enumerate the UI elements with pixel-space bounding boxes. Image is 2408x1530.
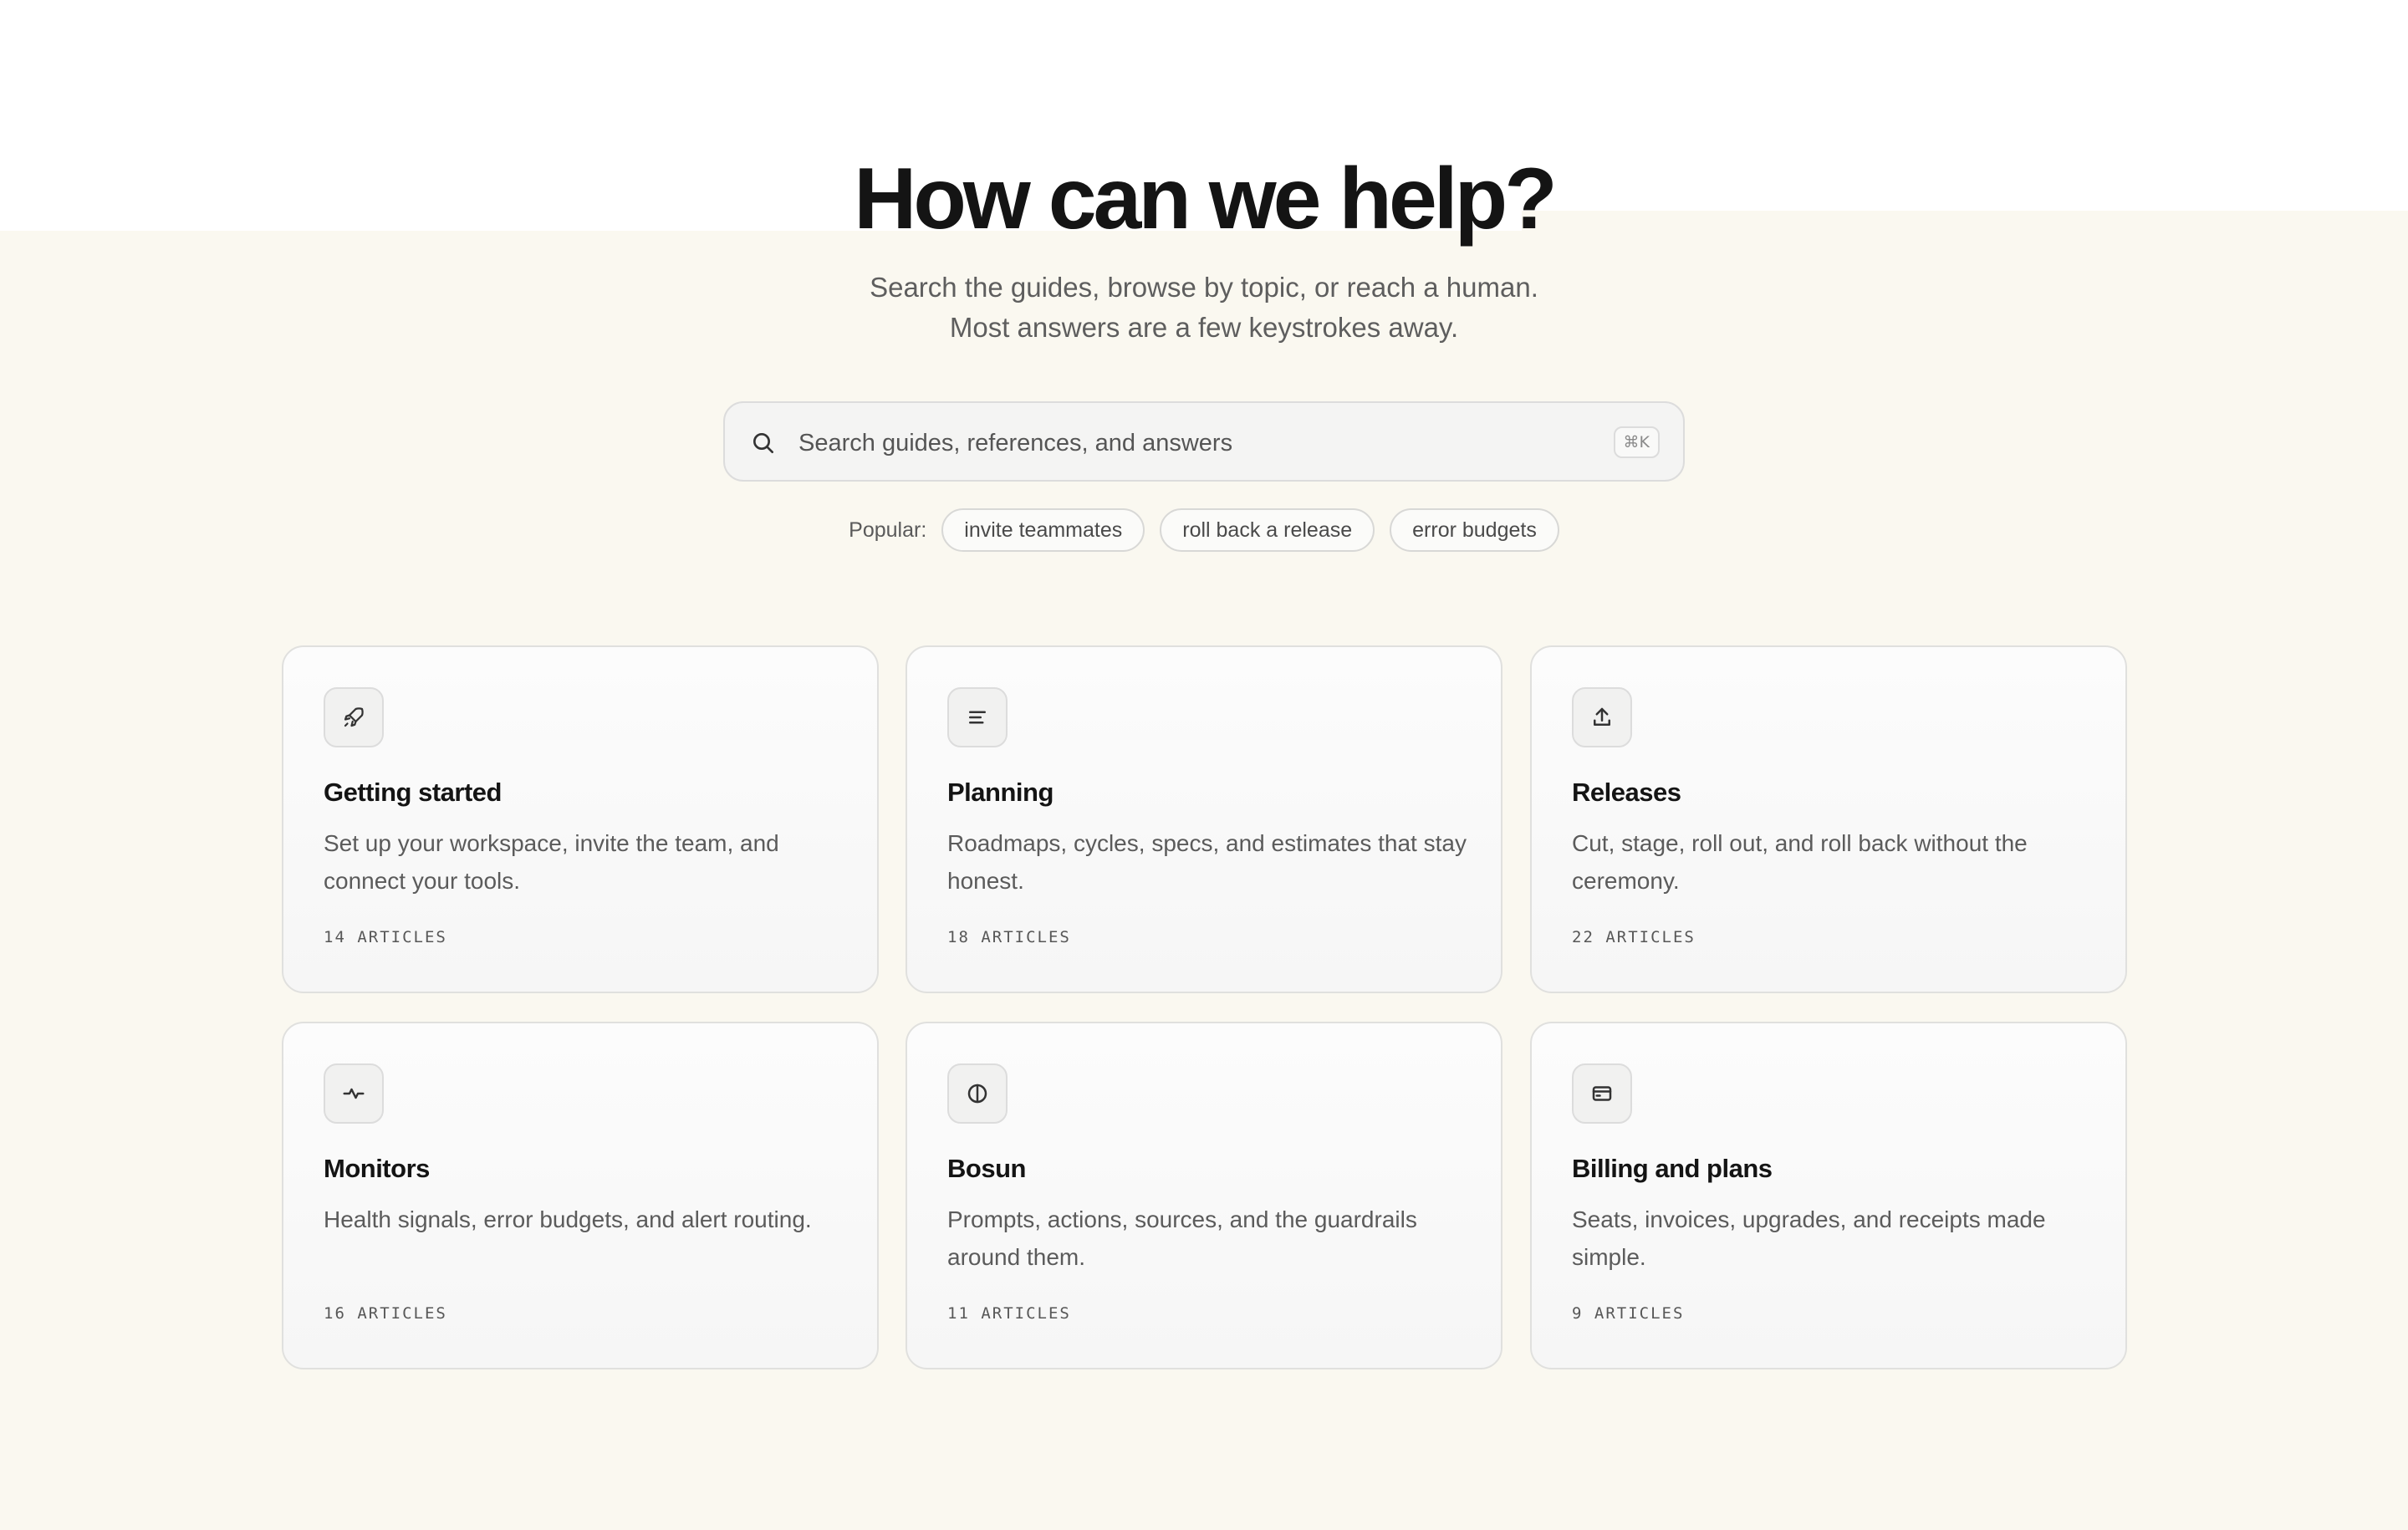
card-icon-box — [324, 1063, 384, 1124]
pulse-icon — [343, 1088, 365, 1099]
card-title: Releases — [1572, 778, 1681, 807]
card-article-count: 9 ARTICLES — [1572, 1304, 1685, 1323]
card-article-count: 22 ARTICLES — [1572, 928, 1696, 946]
popular-chip-error-budgets[interactable]: error budgets — [1390, 508, 1559, 552]
card-description: Health signals, error budgets, and alert… — [324, 1206, 812, 1232]
topic-card-planning[interactable]: Planning Roadmaps, cycles, specs, and es… — [906, 645, 1502, 993]
card-article-count: 14 ARTICLES — [324, 928, 447, 946]
credit-card-icon — [1592, 1086, 1612, 1101]
card-title: Bosun — [947, 1154, 1026, 1183]
topic-card-bosun[interactable]: Bosun Prompts, actions, sources, and the… — [906, 1022, 1502, 1369]
topic-card-billing[interactable]: Billing and plans Seats, invoices, upgra… — [1530, 1022, 2127, 1369]
text-lines-icon — [969, 711, 986, 724]
card-icon-box — [324, 687, 384, 747]
card-description: Prompts, actions, sources, and the guard… — [947, 1206, 1417, 1270]
card-title: Planning — [947, 778, 1054, 807]
search-box[interactable]: ⌘K — [723, 401, 1685, 482]
card-description: Set up your workspace, invite the team, … — [324, 830, 779, 894]
card-article-count: 11 ARTICLES — [947, 1304, 1071, 1323]
topic-card-monitors[interactable]: Monitors Health signals, error budgets, … — [282, 1022, 879, 1369]
rocket-icon — [344, 707, 364, 727]
page-subtitle: Search the guides, browse by topic, or r… — [870, 272, 1538, 343]
card-icon-box — [947, 687, 1008, 747]
card-icon-box — [1572, 687, 1632, 747]
popular-label: Popular: — [849, 518, 927, 542]
popular-chip-invite-teammates[interactable]: invite teammates — [941, 508, 1145, 552]
keyboard-shortcut-badge: ⌘K — [1613, 426, 1660, 458]
card-title: Monitors — [324, 1154, 430, 1183]
card-article-count: 18 ARTICLES — [947, 928, 1071, 946]
card-title: Getting started — [324, 778, 502, 807]
topic-card-getting-started[interactable]: Getting started Set up your workspace, i… — [282, 645, 879, 993]
topic-card-releases[interactable]: Releases Cut, stage, roll out, and roll … — [1530, 645, 2127, 993]
card-icon-box — [947, 1063, 1008, 1124]
search-icon — [753, 433, 773, 453]
card-description: Cut, stage, roll out, and roll back with… — [1572, 830, 2028, 894]
card-icon-box — [1572, 1063, 1632, 1124]
card-description: Roadmaps, cycles, specs, and estimates t… — [947, 830, 1467, 894]
page-title: How can we help? — [854, 150, 1557, 247]
upload-icon — [1594, 707, 1610, 726]
card-description: Seats, invoices, upgrades, and receipts … — [1572, 1206, 2046, 1270]
popular-searches: Popular: invite teammates roll back a re… — [0, 508, 2408, 552]
search-input[interactable] — [798, 420, 1551, 467]
card-article-count: 16 ARTICLES — [324, 1304, 447, 1323]
half-circle-icon — [967, 1084, 987, 1104]
card-title: Billing and plans — [1572, 1154, 1773, 1183]
popular-chip-roll-back-release[interactable]: roll back a release — [1160, 508, 1375, 552]
